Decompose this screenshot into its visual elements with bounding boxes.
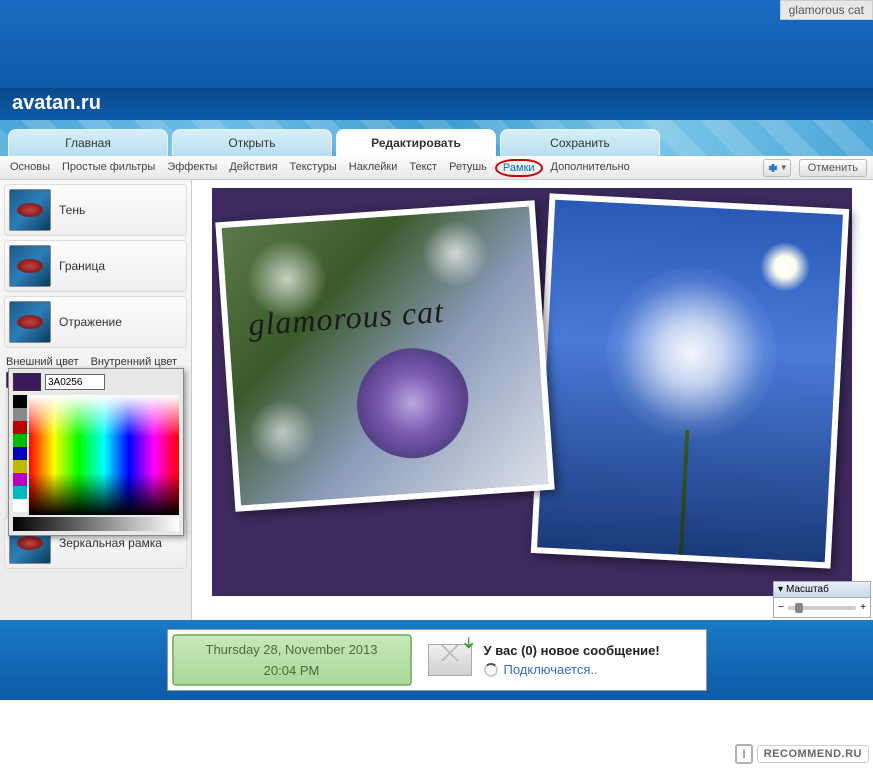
gear-icon bbox=[766, 162, 778, 174]
picker-current-color bbox=[13, 373, 41, 391]
zoom-label: Масштаб bbox=[786, 584, 829, 595]
message-widget[interactable]: У вас (0) новое сообщение! Подключается.… bbox=[416, 630, 706, 690]
tool-label: Тень bbox=[59, 203, 85, 217]
main-tabs: Главная Открыть Редактировать Сохранить bbox=[0, 120, 873, 156]
toolbar-frames[interactable]: Рамки bbox=[495, 159, 543, 177]
tool-border[interactable]: Граница bbox=[4, 240, 187, 292]
undo-button[interactable]: Отменить bbox=[799, 159, 867, 177]
date-text: Thursday 28, November 2013 bbox=[206, 642, 378, 657]
watermark-top: glamorous cat bbox=[780, 0, 873, 20]
watermark-site: RECOMMEND.RU bbox=[757, 745, 869, 763]
dandelion-icon bbox=[602, 264, 781, 443]
dandelion-stem bbox=[679, 429, 690, 559]
outer-color-label: Внешний цвет bbox=[6, 356, 79, 368]
toolbar-actions[interactable]: Действия bbox=[225, 159, 281, 177]
message-title: У вас (0) новое сообщение! bbox=[484, 643, 660, 658]
footer: Thursday 28, November 2013 20:04 PM У ва… bbox=[0, 620, 873, 700]
toolbar-retouch[interactable]: Ретушь bbox=[445, 159, 491, 177]
top-banner bbox=[0, 0, 873, 88]
canvas-area: glamorous cat ▾Масштаб − + bbox=[192, 180, 873, 620]
zoom-in-button[interactable]: + bbox=[860, 602, 866, 613]
canvas-frame[interactable]: glamorous cat bbox=[212, 188, 852, 596]
tool-label: Граница bbox=[59, 259, 105, 273]
spinner-icon bbox=[484, 663, 498, 677]
toolbar-filters[interactable]: Простые фильтры bbox=[58, 159, 159, 177]
tab-home[interactable]: Главная bbox=[8, 129, 168, 156]
footer-widget: Thursday 28, November 2013 20:04 PM У ва… bbox=[167, 629, 707, 691]
tool-reflection[interactable]: Отражение bbox=[4, 296, 187, 348]
workspace: Тень Граница Отражение Внешний цвет Внут… bbox=[0, 180, 873, 620]
photo-rose[interactable]: glamorous cat bbox=[215, 200, 554, 512]
hex-input[interactable] bbox=[45, 374, 105, 390]
zoom-out-button[interactable]: − bbox=[778, 602, 784, 613]
photo-dandelion[interactable] bbox=[531, 193, 849, 568]
inner-color-label: Внутренний цвет bbox=[91, 356, 178, 368]
zoom-panel: ▾Масштаб − + bbox=[773, 581, 871, 618]
settings-button[interactable]: ▼ bbox=[763, 159, 791, 177]
tab-open[interactable]: Открыть bbox=[172, 129, 332, 156]
collapse-icon[interactable]: ▾ bbox=[778, 584, 783, 595]
watermark-bottom: I RECOMMEND.RU bbox=[735, 744, 869, 764]
toolbar-basics[interactable]: Основы bbox=[6, 159, 54, 177]
sidebar: Тень Граница Отражение Внешний цвет Внут… bbox=[0, 180, 192, 620]
toolbar-text[interactable]: Текст bbox=[405, 159, 441, 177]
time-text: 20:04 PM bbox=[264, 663, 320, 678]
tool-shadow[interactable]: Тень bbox=[4, 184, 187, 236]
photo-overlay-text: glamorous cat bbox=[247, 293, 445, 344]
tool-label: Отражение bbox=[59, 315, 122, 329]
chevron-down-icon: ▼ bbox=[780, 163, 788, 172]
tab-edit[interactable]: Редактировать bbox=[336, 129, 496, 156]
tool-thumb-icon bbox=[9, 301, 51, 343]
site-title: avatan.ru bbox=[0, 88, 873, 120]
toolbar-effects[interactable]: Эффекты bbox=[163, 159, 221, 177]
date-widget: Thursday 28, November 2013 20:04 PM bbox=[172, 634, 412, 686]
tab-save[interactable]: Сохранить bbox=[500, 129, 660, 156]
tool-thumb-icon bbox=[9, 189, 51, 231]
download-arrow-icon bbox=[460, 636, 476, 652]
toolbar: Основы Простые фильтры Эффекты Действия … bbox=[0, 156, 873, 180]
zoom-slider-thumb[interactable] bbox=[795, 603, 803, 613]
tool-label: Зеркальная рамка bbox=[59, 536, 162, 550]
toolbar-extra[interactable]: Дополнительно bbox=[547, 159, 634, 177]
color-picker-popup bbox=[8, 368, 184, 536]
i-badge-icon: I bbox=[735, 744, 752, 764]
message-status: Подключается.. bbox=[504, 662, 598, 677]
tool-thumb-icon bbox=[9, 245, 51, 287]
picker-basic-colors[interactable] bbox=[13, 395, 27, 515]
toolbar-stickers[interactable]: Наклейки bbox=[345, 159, 402, 177]
toolbar-textures[interactable]: Текстуры bbox=[286, 159, 341, 177]
zoom-slider-track[interactable] bbox=[788, 606, 856, 610]
picker-spectrum[interactable] bbox=[29, 395, 179, 515]
picker-grayscale[interactable] bbox=[13, 517, 179, 531]
